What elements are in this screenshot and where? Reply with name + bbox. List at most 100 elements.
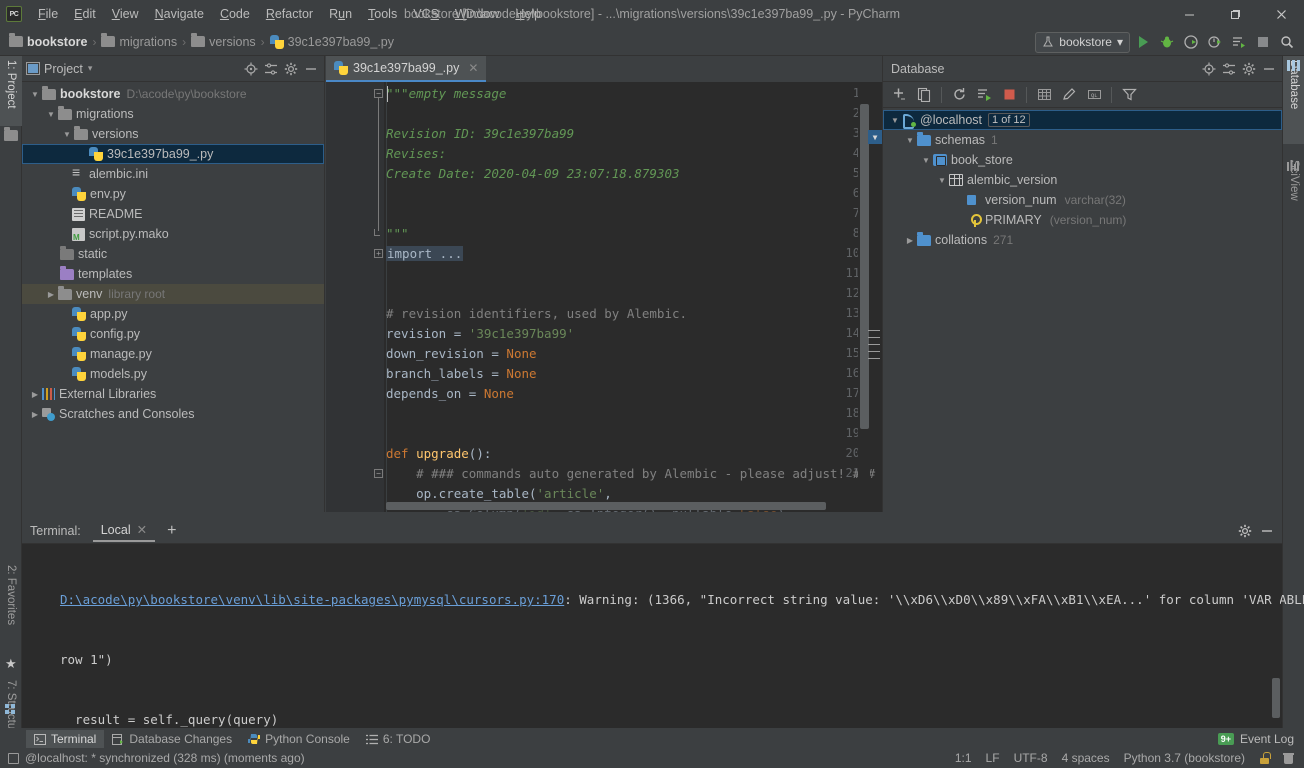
db-node-book-store[interactable]: ▼ book_store — [883, 150, 1282, 170]
fold-marker-end[interactable] — [374, 229, 380, 236]
tree-node-39c1e397ba99[interactable]: 39c1e397ba99_.py — [22, 144, 324, 164]
tool-button-database-changes[interactable]: Database Changes — [104, 730, 240, 748]
sync-icon[interactable] — [972, 84, 996, 106]
search-everywhere-button[interactable] — [1276, 31, 1298, 53]
stop-button[interactable] — [1252, 31, 1274, 53]
filter-icon[interactable] — [1117, 84, 1141, 106]
terminal-scrollbar-thumb[interactable] — [1272, 678, 1280, 718]
db-node-alembic-version[interactable]: ▼ alembic_version — [883, 170, 1282, 190]
menu-refactor[interactable]: Refactor — [258, 4, 321, 24]
editor-hscrollbar-track[interactable] — [386, 502, 882, 510]
menu-edit[interactable]: Edit — [66, 4, 104, 24]
menu-file[interactable]: File — [30, 4, 66, 24]
sidebar-item-project[interactable]: 1: Project — [0, 56, 22, 126]
terminal-link[interactable]: D:\acode\py\bookstore\venv\lib\site-pack… — [60, 592, 564, 607]
tree-node-readme[interactable]: README — [22, 204, 324, 224]
chevron-down-icon[interactable]: ▼ — [903, 136, 917, 145]
tree-node-migrations[interactable]: ▼ migrations — [22, 104, 324, 124]
tree-node-venv[interactable]: ▶ venv library root — [22, 284, 324, 304]
event-log-button[interactable]: 9+ Event Log — [1217, 732, 1304, 746]
chevron-down-icon[interactable]: ▼ — [888, 116, 902, 125]
line-separator[interactable]: LF — [986, 751, 1000, 765]
python-interpreter[interactable]: Python 3.7 (bookstore) — [1124, 751, 1245, 765]
run-coverage-button[interactable] — [1180, 31, 1202, 53]
indent-setting[interactable]: 4 spaces — [1062, 751, 1110, 765]
tree-node-manage-py[interactable]: manage.py — [22, 344, 324, 364]
tree-node-app-py[interactable]: app.py — [22, 304, 324, 324]
menu-navigate[interactable]: Navigate — [147, 4, 212, 24]
status-window-icon[interactable] — [8, 752, 19, 764]
db-node-primary-key[interactable]: PRIMARY (version_num) — [883, 210, 1282, 230]
tool-button-terminal[interactable]: Terminal — [26, 730, 105, 748]
hide-icon[interactable] — [302, 60, 320, 78]
db-node-collations[interactable]: ▶ collations 271 — [883, 230, 1282, 250]
menu-run[interactable]: Run — [321, 4, 360, 24]
gear-icon[interactable] — [1240, 60, 1258, 78]
close-button[interactable] — [1258, 0, 1304, 28]
menu-view[interactable]: View — [104, 4, 147, 24]
chevron-right-icon[interactable]: ▶ — [28, 410, 42, 419]
tool-button-python-console[interactable]: Python Console — [240, 730, 358, 748]
chevron-right-icon[interactable]: ▶ — [903, 236, 917, 245]
close-icon[interactable]: ✕ — [137, 522, 147, 537]
tree-node-versions[interactable]: ▼ versions — [22, 124, 324, 144]
run-button[interactable] — [1132, 31, 1154, 53]
gear-icon[interactable] — [1236, 522, 1254, 540]
tree-node-alembic-ini[interactable]: alembic.ini — [22, 164, 324, 184]
close-icon[interactable]: ✕ — [468, 61, 478, 75]
chevron-right-icon[interactable]: ▶ — [44, 290, 58, 299]
menu-code[interactable]: Code — [212, 4, 258, 24]
expand-editor-icon[interactable]: ▼ — [868, 130, 882, 144]
chevron-right-icon[interactable]: ▶ — [28, 390, 42, 399]
code-editor[interactable]: 1 2 3 4 5 6 7 8 10 11 12 13 14 15 16 17 … — [326, 82, 882, 512]
db-node-localhost[interactable]: ▼ @localhost 1 of 12 — [883, 110, 1282, 130]
editor-hscrollbar-thumb[interactable] — [386, 502, 826, 510]
editor-gutter[interactable] — [326, 82, 384, 512]
chevron-down-icon[interactable]: ▼ — [44, 110, 58, 119]
add-icon[interactable] — [887, 84, 911, 106]
collapse-all-icon[interactable] — [1220, 60, 1238, 78]
tool-button-todo[interactable]: 6: TODO — [358, 730, 439, 748]
new-terminal-session-button[interactable]: + — [167, 522, 176, 540]
hide-icon[interactable] — [1258, 522, 1276, 540]
collapse-all-icon[interactable] — [262, 60, 280, 78]
fold-marker-expand[interactable]: + — [374, 249, 383, 258]
tree-node-config-py[interactable]: config.py — [22, 324, 324, 344]
tree-node-scratches[interactable]: ▶ Scratches and Consoles — [22, 404, 324, 424]
trash-icon[interactable] — [1283, 752, 1294, 764]
query-console-icon[interactable]: QL — [1082, 84, 1106, 106]
chevron-down-icon[interactable]: ▼ — [919, 156, 933, 165]
tree-node-templates[interactable]: templates — [22, 264, 324, 284]
refresh-icon[interactable] — [947, 84, 971, 106]
duplicate-icon[interactable] — [912, 84, 936, 106]
breadcrumb-file[interactable]: 39c1e397ba99_.py — [267, 33, 397, 51]
debug-button[interactable] — [1156, 31, 1178, 53]
editor-scrollbar-thumb[interactable] — [860, 104, 869, 429]
locate-icon[interactable] — [1200, 60, 1218, 78]
locate-icon[interactable] — [242, 60, 260, 78]
tree-node-env-py[interactable]: env.py — [22, 184, 324, 204]
stop-icon[interactable] — [997, 84, 1021, 106]
chevron-down-icon[interactable]: ▾ — [88, 63, 93, 74]
db-node-schemas[interactable]: ▼ schemas 1 — [883, 130, 1282, 150]
minimize-button[interactable] — [1166, 0, 1212, 28]
table-editor-icon[interactable] — [1032, 84, 1056, 106]
chevron-down-icon[interactable]: ▼ — [60, 130, 74, 139]
db-node-version-num[interactable]: version_num varchar(32) — [883, 190, 1282, 210]
menu-tools[interactable]: Tools — [360, 4, 405, 24]
maximize-button[interactable] — [1212, 0, 1258, 28]
lock-icon[interactable] — [1259, 752, 1271, 764]
hide-icon[interactable] — [1260, 60, 1278, 78]
editor-tab-39c1e397ba99[interactable]: 39c1e397ba99_.py ✕ — [326, 56, 487, 82]
sidebar-item-favorites[interactable]: 2: Favorites — [0, 561, 22, 651]
breadcrumb-migrations[interactable]: migrations — [98, 33, 180, 51]
terminal-tab-local[interactable]: Local ✕ — [92, 519, 156, 542]
tree-node-external-libraries[interactable]: ▶ External Libraries — [22, 384, 324, 404]
breadcrumb-bookstore[interactable]: bookstore — [6, 33, 90, 51]
run-with-console-button[interactable] — [1228, 31, 1250, 53]
fold-marker-collapse[interactable]: − — [374, 469, 383, 478]
tree-node-static[interactable]: static — [22, 244, 324, 264]
profile-button[interactable] — [1204, 31, 1226, 53]
fold-marker-collapse[interactable]: − — [374, 89, 383, 98]
tree-node-models-py[interactable]: models.py — [22, 364, 324, 384]
